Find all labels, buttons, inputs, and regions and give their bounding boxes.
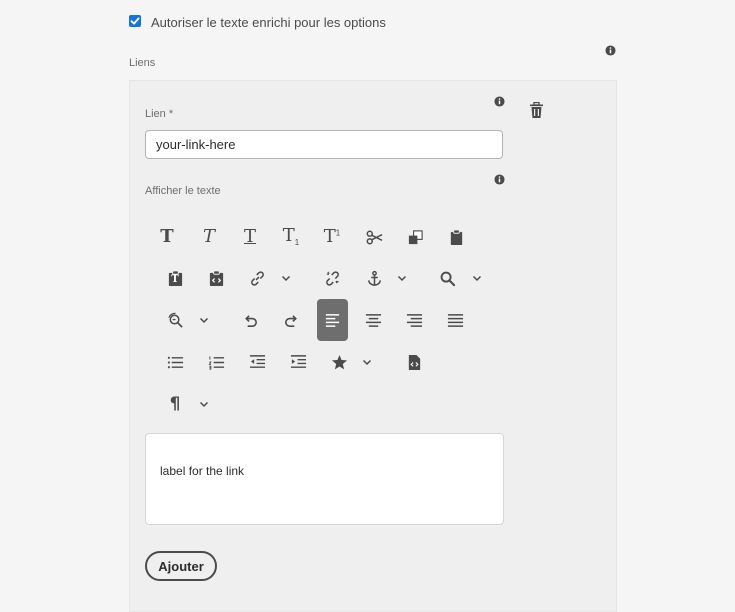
- paste-from-word-button[interactable]: [201, 263, 231, 293]
- paste-plain-text-button[interactable]: T: [160, 263, 190, 293]
- copy-button[interactable]: [400, 222, 430, 252]
- bold-button[interactable]: T: [152, 222, 182, 252]
- delete-trash-icon[interactable]: [529, 102, 544, 119]
- paste-plain-text-mark: T: [171, 273, 179, 285]
- align-left-icon: [325, 313, 340, 327]
- subscript-icon: T1: [282, 224, 300, 248]
- indent-icon: [290, 354, 306, 368]
- underline-icon: T: [243, 226, 256, 247]
- find-replace-icon: [167, 312, 183, 328]
- unlink-button[interactable]: [317, 263, 347, 293]
- chevron-down-icon: [199, 317, 209, 324]
- outdent-button[interactable]: [242, 347, 272, 377]
- undo-icon: [244, 314, 257, 327]
- source-edit-icon: [408, 354, 420, 370]
- bold-icon: T: [160, 226, 174, 247]
- anchor-icon: [367, 270, 381, 286]
- display-text-info-icon[interactable]: [494, 174, 505, 185]
- unlink-icon: [325, 270, 339, 286]
- find-dropdown[interactable]: [470, 271, 484, 285]
- numbered-list-icon: [208, 355, 224, 370]
- links-section-label: Liens: [129, 57, 156, 69]
- link-item-panel: [129, 80, 617, 612]
- add-button[interactable]: Ajouter: [145, 551, 217, 581]
- italic-button[interactable]: T: [194, 222, 224, 252]
- undo-button[interactable]: [235, 305, 265, 335]
- special-char-dropdown[interactable]: [360, 355, 374, 369]
- chevron-down-icon: [397, 275, 407, 282]
- bullet-list-icon: [167, 356, 183, 368]
- rich-text-editor[interactable]: [145, 433, 504, 525]
- numbered-list-button[interactable]: [201, 347, 231, 377]
- link-icon: [250, 270, 264, 286]
- rich-text-checkbox[interactable]: [129, 15, 141, 27]
- link-button[interactable]: [242, 263, 272, 293]
- link-dropdown[interactable]: [279, 271, 293, 285]
- find-button[interactable]: [432, 263, 462, 293]
- align-right-button[interactable]: [399, 305, 429, 335]
- align-right-icon: [406, 313, 422, 327]
- superscript-icon: T1: [323, 225, 341, 247]
- special-char-button[interactable]: [324, 347, 354, 377]
- redo-icon: [284, 314, 297, 327]
- chevron-down-icon: [472, 275, 482, 282]
- paste-icon: [450, 228, 462, 245]
- paragraph-format-icon: ¶: [169, 393, 181, 414]
- info-icon[interactable]: [605, 45, 616, 56]
- display-text-label: Afficher le texte: [145, 185, 221, 197]
- align-center-button[interactable]: [358, 305, 388, 335]
- align-center-icon: [365, 313, 381, 327]
- outdent-icon: [249, 354, 265, 368]
- anchor-button[interactable]: [359, 263, 389, 293]
- find-icon: [440, 271, 455, 286]
- superscript-mark: 1: [335, 228, 341, 238]
- bullet-list-button[interactable]: [160, 347, 190, 377]
- chevron-down-icon: [362, 359, 372, 366]
- cut-button[interactable]: [359, 222, 389, 252]
- checkmark-icon: [130, 17, 140, 25]
- paste-button[interactable]: [441, 222, 471, 252]
- redo-button[interactable]: [276, 305, 306, 335]
- italic-icon: T: [202, 226, 215, 247]
- editor-content[interactable]: label for the link: [160, 464, 244, 478]
- special-char-icon: [331, 354, 347, 369]
- chevron-down-icon: [199, 401, 209, 408]
- underline-button[interactable]: T: [235, 222, 265, 252]
- link-input[interactable]: [145, 130, 503, 159]
- subscript-mark: 1: [294, 238, 300, 248]
- link-field-label: Lien *: [145, 108, 174, 120]
- source-edit-button[interactable]: [399, 347, 429, 377]
- copy-icon: [408, 229, 423, 244]
- find-replace-button[interactable]: [160, 305, 190, 335]
- paragraph-format-dropdown[interactable]: [197, 397, 211, 411]
- align-justify-button[interactable]: [440, 305, 470, 335]
- paste-from-word-icon: [209, 269, 223, 286]
- indent-button[interactable]: [283, 347, 313, 377]
- paste-plain-text-icon: T: [167, 269, 184, 287]
- align-justify-icon: [447, 313, 463, 327]
- align-left-button[interactable]: [317, 299, 348, 341]
- superscript-button[interactable]: T1: [317, 222, 347, 252]
- find-replace-dropdown[interactable]: [197, 313, 211, 327]
- link-info-icon[interactable]: [494, 96, 505, 107]
- chevron-down-icon: [281, 275, 291, 282]
- cut-icon: [366, 230, 382, 244]
- anchor-dropdown[interactable]: [395, 271, 409, 285]
- rich-text-checkbox-label[interactable]: Autoriser le texte enrichi pour les opti…: [151, 15, 386, 30]
- subscript-button[interactable]: T1: [276, 222, 306, 252]
- paragraph-format-button[interactable]: ¶: [160, 389, 190, 419]
